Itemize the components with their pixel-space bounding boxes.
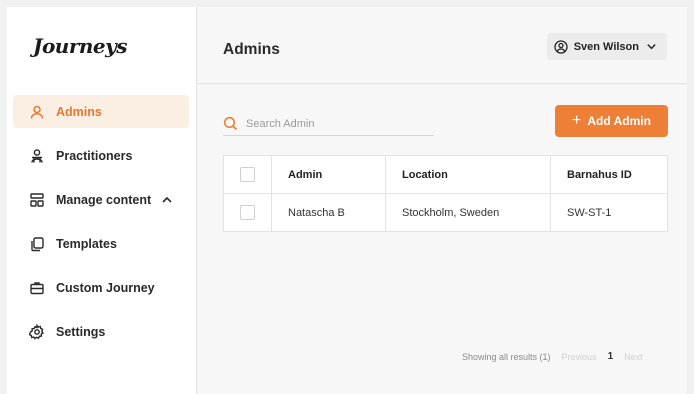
user-circle-icon — [554, 39, 568, 54]
cell-barnahus-id: SW-ST-1 — [550, 193, 668, 232]
column-header-location[interactable]: Location — [385, 155, 551, 194]
sidebar-item-label: Custom Journey — [56, 280, 155, 295]
admins-table: Admin Location Barnahus ID Natascha B St… — [223, 155, 668, 232]
user-icon — [29, 104, 45, 120]
column-header-admin[interactable]: Admin — [271, 155, 386, 194]
search-icon — [223, 116, 238, 131]
sidebar-item-custom-journey[interactable]: Custom Journey — [13, 271, 189, 304]
sidebar-item-manage-content[interactable]: Manage content — [13, 183, 189, 216]
cell-location: Stockholm, Sweden — [385, 193, 551, 232]
sidebar-item-label: Templates — [56, 236, 117, 251]
layout-icon — [29, 192, 45, 208]
page-number-button[interactable]: 1 — [608, 351, 614, 362]
pagination: Showing all results (1) Previous 1 Next — [462, 351, 643, 362]
page-title: Admins — [223, 41, 280, 58]
previous-page-button[interactable]: Previous — [562, 352, 597, 362]
top-bar: Admins Sven Wilson — [197, 7, 687, 84]
briefcase-icon — [29, 280, 45, 296]
sidebar-item-label: Settings — [56, 324, 106, 339]
plus-icon: + — [572, 112, 582, 129]
add-admin-label: Add Admin — [587, 114, 651, 128]
next-page-button[interactable]: Next — [624, 352, 643, 362]
table-header-row: Admin Location Barnahus ID — [223, 155, 668, 194]
row-checkbox[interactable] — [240, 205, 255, 220]
sidebar-item-admins[interactable]: Admins — [13, 95, 189, 128]
main-content: Admins Sven Wilson + Add Admin — [197, 7, 687, 394]
user-menu-button[interactable]: Sven Wilson — [546, 33, 667, 60]
copy-icon — [29, 236, 45, 252]
select-all-cell — [223, 155, 272, 194]
search-field[interactable] — [223, 112, 434, 136]
row-select-cell — [223, 193, 272, 232]
chevron-up-icon[interactable] — [161, 194, 173, 206]
sidebar-item-practitioners[interactable]: Practitioners — [13, 139, 189, 172]
select-all-checkbox[interactable] — [240, 167, 255, 182]
search-input[interactable] — [246, 117, 426, 130]
sidebar-item-label: Manage content — [56, 192, 152, 207]
user-name: Sven Wilson — [573, 40, 639, 53]
sidebar: Journeys Admins Practitioners Manage con… — [7, 7, 197, 394]
results-summary: Showing all results (1) — [462, 351, 551, 362]
cell-admin: Natascha B — [271, 193, 386, 232]
table-row[interactable]: Natascha B Stockholm, Sweden SW-ST-1 — [223, 193, 668, 232]
users-icon — [29, 148, 45, 164]
app-logo[interactable]: Journeys — [33, 34, 128, 58]
sidebar-nav: Admins Practitioners Manage content Temp… — [13, 95, 189, 359]
chevron-down-icon — [646, 41, 657, 52]
sidebar-item-settings[interactable]: Settings — [13, 315, 189, 348]
column-header-barnahus-id[interactable]: Barnahus ID — [550, 155, 668, 194]
sidebar-item-templates[interactable]: Templates — [13, 227, 189, 260]
sidebar-item-label: Admins — [56, 104, 102, 119]
sidebar-item-label: Practitioners — [56, 148, 133, 163]
add-admin-button[interactable]: + Add Admin — [555, 105, 668, 137]
gear-icon — [29, 323, 45, 340]
app-frame: Journeys Admins Practitioners Manage con… — [7, 7, 687, 394]
